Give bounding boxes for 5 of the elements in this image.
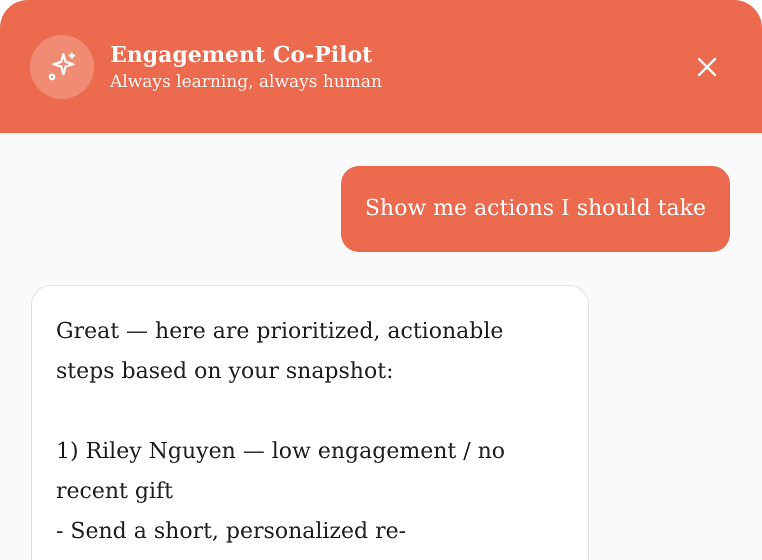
assistant-message: Great — here are prioritized, actionable steps based on your snapshot: 1) Riley Nguyen — low engagement / no recent gift - Send a short, personalized re- — [31, 285, 589, 560]
chat-subtitle: Always learning, always human — [110, 72, 384, 92]
chat-title: Engagement Co-Pilot — [110, 42, 374, 68]
close-icon[interactable] — [696, 56, 718, 78]
user-message: Show me actions I should take — [340, 166, 730, 252]
